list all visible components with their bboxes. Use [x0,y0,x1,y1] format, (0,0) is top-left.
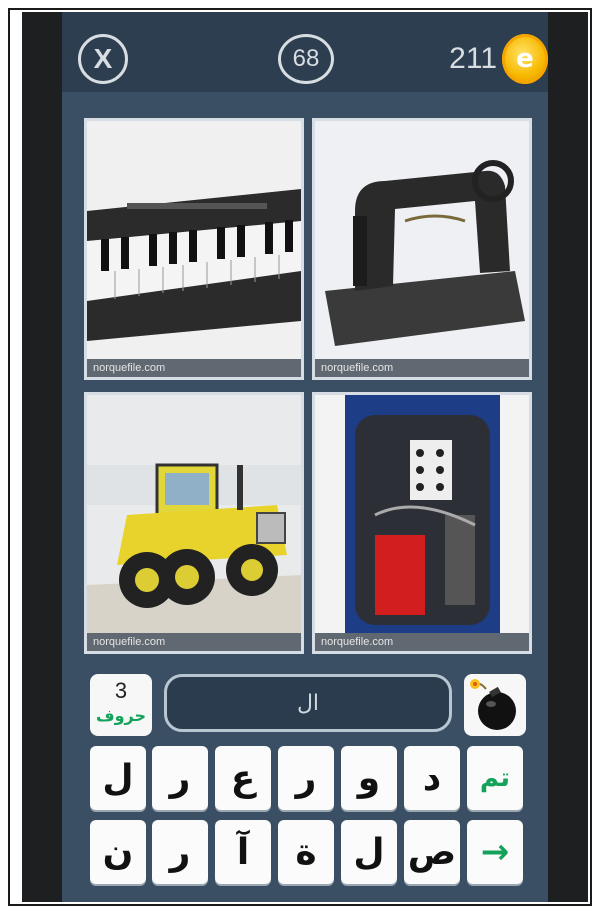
level-number: 68 [292,45,320,72]
submit-key[interactable]: تم [467,746,523,810]
keyboard-image [87,121,301,359]
close-button[interactable]: X [78,34,128,84]
letters-label: حروف [95,706,146,725]
coins-count: 211 [449,42,497,75]
answer-text: ال [296,690,320,716]
photo-keyboard: norquefile.com [84,118,304,380]
close-icon: X [93,43,113,74]
answer-field[interactable]: ال [164,674,452,732]
letter-key[interactable]: و [341,746,397,810]
coin-symbol: e [516,44,534,74]
letters-count: 3 [114,678,128,703]
letter-key[interactable]: ع [215,746,271,810]
photo-caption: norquefile.com [87,359,301,377]
letters-hint-button[interactable]: 3 حروف [90,674,152,736]
photo-generator: norquefile.com [312,392,532,654]
photo-sewing-machine: norquefile.com [312,118,532,380]
tractor-image [87,395,301,633]
letter-key[interactable]: ل [341,820,397,884]
letter-key[interactable]: آ [215,820,271,884]
photo-caption: norquefile.com [315,359,529,377]
photo-caption: norquefile.com [87,633,301,651]
photo-tractor: norquefile.com [84,392,304,654]
generator-image [315,395,529,633]
letter-key[interactable]: ر [152,820,208,884]
bomb-button[interactable] [464,674,526,736]
letter-key[interactable]: ن [90,820,146,884]
game-screen: X 68 211 e norquefile.com norquefile.com… [62,12,548,902]
top-bar: X 68 211 e [62,12,548,92]
letter-key[interactable]: د [404,746,460,810]
level-indicator: 68 [278,34,334,84]
letter-key[interactable]: ة [278,820,334,884]
arrow-icon[interactable]: → [467,820,523,884]
photo-caption: norquefile.com [315,633,529,651]
bomb-icon [470,679,516,730]
letter-key[interactable]: ر [152,746,208,810]
phone-screen: X 68 211 e norquefile.com norquefile.com… [22,12,588,902]
letter-key[interactable]: ص [404,820,460,884]
letter-key[interactable]: ل [90,746,146,810]
letter-key[interactable]: ر [278,746,334,810]
coin-icon[interactable]: e [502,34,548,84]
sewing-machine-image [315,121,529,359]
